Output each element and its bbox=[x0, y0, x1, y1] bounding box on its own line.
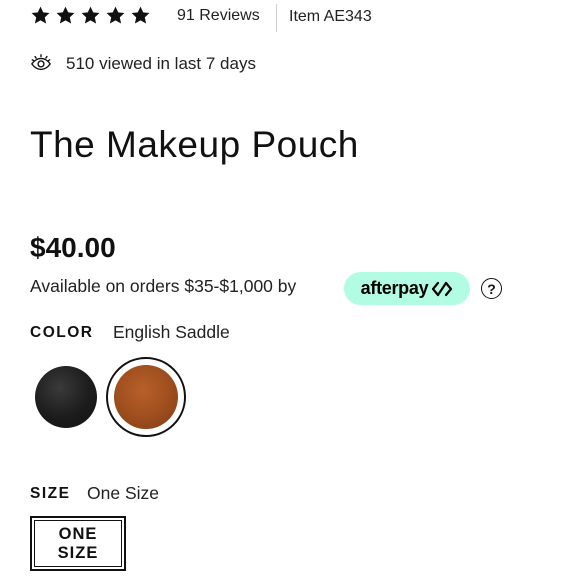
help-icon[interactable]: ? bbox=[481, 278, 502, 299]
swatch-black[interactable] bbox=[35, 366, 97, 428]
views-count: 510 viewed in last 7 days bbox=[66, 54, 256, 73]
product-price: $40.00 bbox=[30, 232, 116, 263]
star-icon bbox=[105, 5, 126, 26]
size-option-line1: ONE bbox=[58, 524, 98, 543]
divider bbox=[276, 4, 277, 32]
rating-stars[interactable] bbox=[30, 5, 151, 26]
size-option-line2: SIZE bbox=[57, 543, 99, 562]
color-selected-value: English Saddle bbox=[113, 322, 230, 342]
eye-icon bbox=[30, 52, 52, 74]
size-label: SIZE bbox=[30, 485, 71, 502]
star-icon bbox=[130, 5, 151, 26]
star-icon bbox=[80, 5, 101, 26]
product-title: The Makeup Pouch bbox=[30, 124, 359, 165]
afterpay-badge[interactable]: afterpay bbox=[344, 272, 470, 305]
item-number: Item AE343 bbox=[289, 8, 372, 25]
afterpay-availability: Available on orders $35-$1,000 by bbox=[30, 276, 297, 296]
afterpay-logo-icon bbox=[431, 281, 453, 297]
color-label: COLOR bbox=[30, 324, 94, 341]
size-option-one-size[interactable]: ONE SIZE bbox=[30, 516, 126, 571]
swatch-english-saddle-fill bbox=[114, 365, 178, 429]
star-icon bbox=[55, 5, 76, 26]
star-icon bbox=[30, 5, 51, 26]
size-selected-value: One Size bbox=[87, 483, 159, 503]
afterpay-wordmark: afterpay bbox=[360, 278, 429, 298]
reviews-link[interactable]: 91 Reviews bbox=[177, 7, 260, 25]
